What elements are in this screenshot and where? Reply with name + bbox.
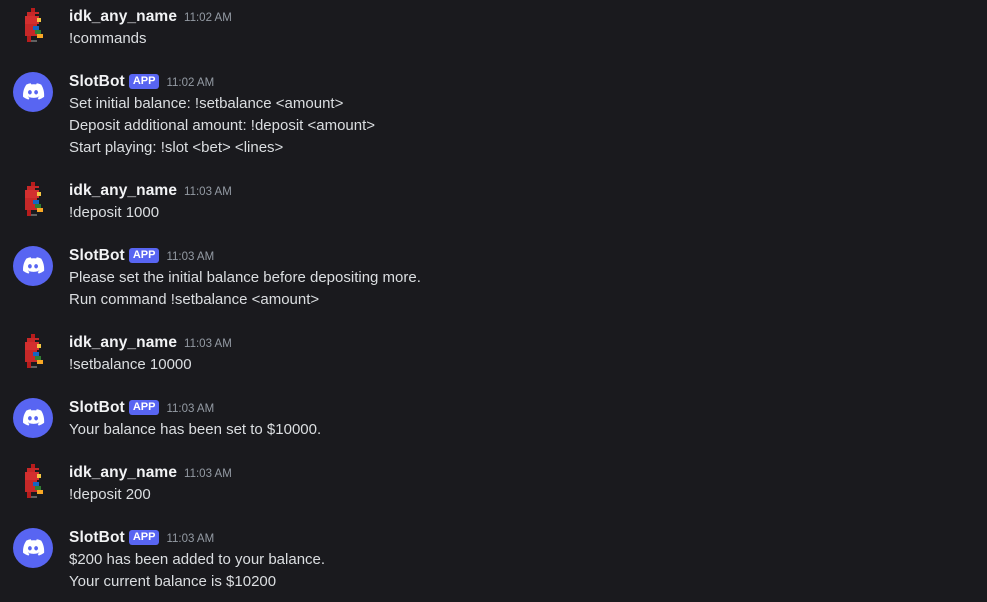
user-avatar[interactable] (13, 462, 53, 502)
bot-avatar[interactable] (13, 72, 53, 112)
username[interactable]: idk_any_name (69, 334, 177, 352)
red-parrot-pixel-avatar-icon (25, 464, 43, 498)
red-parrot-pixel-avatar-icon (25, 334, 43, 368)
message-line: Please set the initial balance before de… (69, 269, 421, 286)
username[interactable]: idk_any_name (69, 182, 177, 200)
message-line: $200 has been added to your balance. (69, 551, 326, 568)
message-line: !setbalance 10000 (69, 356, 192, 373)
message-header: SlotBot APP 11:03 AM (69, 245, 214, 267)
message-header: idk_any_name 11:02 AM (69, 6, 232, 28)
message-header: idk_any_name 11:03 AM (69, 332, 232, 354)
message-content: Set initial balance: !setbalance <amount… (69, 93, 375, 159)
message-content: Your balance has been set to $10000. (69, 419, 321, 441)
username[interactable]: idk_any_name (69, 464, 177, 482)
message-line: Run command !setbalance <amount> (69, 291, 320, 308)
timestamp[interactable]: 11:03 AM (166, 403, 214, 415)
message-line: Your current balance is $10200 (69, 573, 277, 590)
message-line: Deposit additional amount: !deposit <amo… (69, 117, 376, 134)
timestamp[interactable]: 11:02 AM (184, 12, 232, 24)
message-header: SlotBot APP 11:02 AM (69, 71, 214, 93)
username[interactable]: SlotBot (69, 247, 125, 265)
discord-logo-icon (23, 539, 45, 556)
user-avatar[interactable] (13, 180, 53, 220)
discord-logo-icon (23, 257, 45, 274)
bot-avatar[interactable] (13, 528, 53, 568)
message-header: idk_any_name 11:03 AM (69, 462, 232, 484)
username[interactable]: idk_any_name (69, 8, 177, 26)
red-parrot-pixel-avatar-icon (25, 8, 43, 42)
timestamp[interactable]: 11:03 AM (166, 251, 214, 263)
message-content: !deposit 200 (69, 484, 151, 506)
user-avatar[interactable] (13, 332, 53, 372)
user-avatar[interactable] (13, 6, 53, 46)
app-badge: APP (128, 73, 160, 89)
message-header: idk_any_name 11:03 AM (69, 180, 232, 202)
discord-logo-icon (23, 409, 45, 426)
message-line: Your balance has been set to $10000. (69, 421, 322, 438)
message-content: $200 has been added to your balance. You… (69, 549, 325, 593)
app-badge: APP (128, 247, 160, 263)
message-line: Start playing: !slot <bet> <lines> (69, 139, 284, 156)
timestamp[interactable]: 11:03 AM (184, 186, 232, 198)
username[interactable]: SlotBot (69, 529, 125, 547)
username[interactable]: SlotBot (69, 399, 125, 417)
timestamp[interactable]: 11:02 AM (166, 77, 214, 89)
message-line: !deposit 1000 (69, 204, 160, 221)
message-content: !setbalance 10000 (69, 354, 192, 376)
discord-logo-icon (23, 83, 45, 100)
app-badge: APP (128, 529, 160, 545)
timestamp[interactable]: 11:03 AM (184, 468, 232, 480)
message-content: !deposit 1000 (69, 202, 159, 224)
message-line: !deposit 200 (69, 486, 151, 503)
message-line: Set initial balance: !setbalance <amount… (69, 95, 344, 112)
app-badge: APP (128, 399, 160, 415)
bot-avatar[interactable] (13, 398, 53, 438)
message-header: SlotBot APP 11:03 AM (69, 397, 214, 419)
message-header: SlotBot APP 11:03 AM (69, 527, 214, 549)
bot-avatar[interactable] (13, 246, 53, 286)
username[interactable]: SlotBot (69, 73, 125, 91)
message-content: !commands (69, 28, 147, 50)
message-line: !commands (69, 30, 147, 47)
timestamp[interactable]: 11:03 AM (166, 533, 214, 545)
red-parrot-pixel-avatar-icon (25, 182, 43, 216)
message-content: Please set the initial balance before de… (69, 267, 421, 311)
timestamp[interactable]: 11:03 AM (184, 338, 232, 350)
